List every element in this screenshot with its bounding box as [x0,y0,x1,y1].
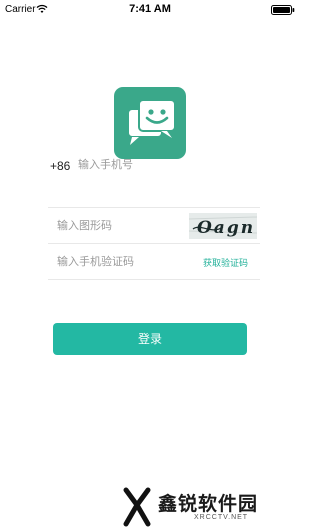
login-screen: Carrier 7:41 AM +86 输入手机号 输入图形码 Oagn 输入手… [0,0,300,532]
country-code[interactable]: +86 [50,159,70,173]
captcha-row: Oagn [48,208,260,244]
sms-code-input[interactable] [57,252,187,272]
captcha-input[interactable] [57,216,177,236]
status-bar: Carrier 7:41 AM [0,0,300,20]
watermark-text: 鑫锐软件园 [158,494,259,515]
x-logo-icon [123,487,151,527]
login-button[interactable]: 登录 [53,323,247,355]
battery-icon [271,5,295,15]
phone-row: +86 [48,150,260,208]
app-logo [114,87,186,159]
captcha-graphic: Oagn [189,213,257,239]
watermark: 鑫锐软件园 XRCCTV.NET [122,487,282,527]
phone-input[interactable] [78,155,248,175]
sms-row: 获取验证码 [48,244,260,280]
clock: 7:41 AM [129,3,171,15]
get-code-link[interactable]: 获取验证码 [203,256,248,269]
watermark-url: XRCCTV.NET [194,514,249,521]
chat-smile-icon [127,99,176,145]
captcha-image[interactable]: Oagn [189,213,257,239]
